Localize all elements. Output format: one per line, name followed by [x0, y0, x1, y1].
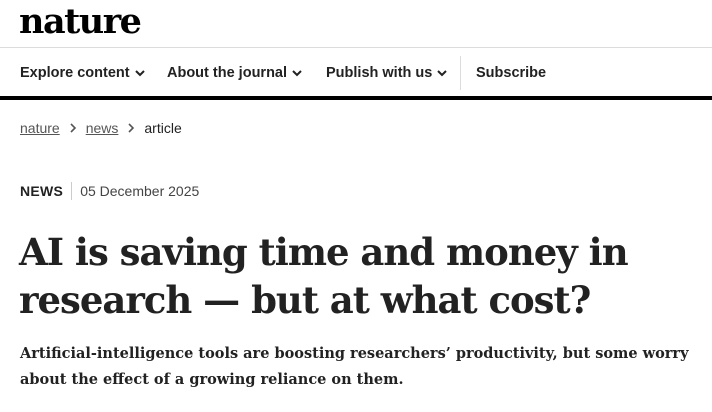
- nav-divider: [460, 56, 461, 90]
- article-type: NEWS: [20, 183, 64, 199]
- nav-publish-with-us[interactable]: Publish with us: [326, 64, 448, 82]
- nav-explore-content[interactable]: Explore content: [20, 64, 145, 82]
- nav-about-journal-label: About the journal: [167, 65, 288, 81]
- nav-subscribe[interactable]: Subscribe: [476, 64, 546, 82]
- nav-subscribe-label: Subscribe: [476, 65, 547, 81]
- nature-logo[interactable]: nature: [19, 1, 142, 43]
- chevron-down-icon: [437, 69, 448, 76]
- article-standfirst-line-2: about the effect of a growing reliance o…: [20, 371, 404, 388]
- chevron-right-icon: [128, 123, 135, 133]
- breadcrumb-current: article: [144, 120, 182, 136]
- article-title-line-1: AI is saving time and money in: [19, 230, 629, 274]
- article-meta: NEWS 05 December 2025: [20, 182, 199, 200]
- chevron-down-icon: [292, 69, 302, 76]
- article-standfirst: Artificial-intelligence tools are boosti…: [20, 341, 690, 393]
- article-standfirst-line-1: Artificial-intelligence tools are boosti…: [20, 345, 689, 362]
- chevron-right-icon: [70, 123, 76, 133]
- nav-publish-with-us-label: Publish with us: [326, 65, 433, 81]
- breadcrumb-nature-link[interactable]: nature: [20, 119, 60, 137]
- breadcrumb: nature news article: [20, 119, 182, 137]
- nav-about-journal[interactable]: About the journal: [167, 64, 302, 82]
- site-header: nature: [0, 0, 712, 48]
- main-nav: Explore content About the journal Publis…: [0, 48, 712, 100]
- chevron-down-icon: [134, 69, 145, 76]
- article-title-line-2: research — but at what cost?: [19, 278, 591, 322]
- nav-explore-content-label: Explore content: [20, 65, 130, 81]
- meta-divider: [71, 182, 73, 200]
- article-date: 05 December 2025: [80, 183, 200, 199]
- breadcrumb-news-link[interactable]: news: [86, 119, 119, 137]
- article-title: AI is saving time and money in research …: [19, 228, 699, 324]
